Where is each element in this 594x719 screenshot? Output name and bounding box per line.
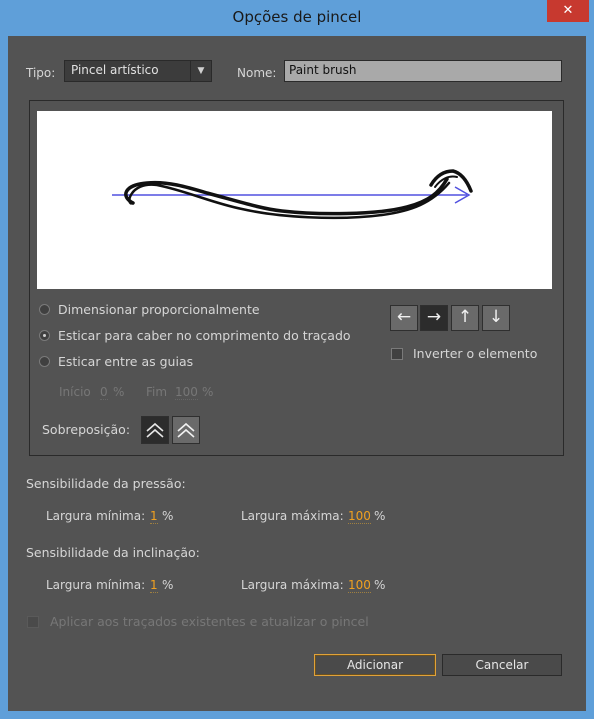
pressure-max-value[interactable]: 100 (348, 509, 371, 524)
arrow-up-icon: ↑ (457, 307, 473, 327)
option-proportional-label: Dimensionar proporcionalmente (58, 302, 260, 317)
close-icon: ✕ (562, 3, 574, 18)
brush-preview (37, 111, 552, 289)
pressure-min-value[interactable]: 1 (150, 509, 158, 524)
apply-checkbox[interactable] (27, 616, 39, 628)
pressure-title: Sensibilidade da pressão: (26, 476, 186, 491)
overlap-none-button[interactable] (172, 416, 200, 444)
end-value[interactable]: 100 (175, 385, 198, 400)
tipo-value: Pincel artístico (71, 63, 159, 77)
start-unit: % (113, 385, 125, 399)
tipo-label: Tipo: (26, 66, 56, 80)
start-label: Início (59, 385, 91, 399)
radio-guides[interactable] (39, 356, 50, 367)
chevron-down-icon[interactable]: ▼ (190, 61, 211, 81)
tipo-select[interactable]: Pincel artístico ▼ (64, 60, 212, 82)
window-title: Opções de pincel (232, 8, 362, 26)
brush-stroke-preview (112, 169, 473, 220)
dialog-body: Tipo: Pincel artístico ▼ Nome: Paint bru… (8, 36, 586, 711)
tilt-min-unit: % (162, 578, 174, 592)
start-value[interactable]: 0 (100, 385, 108, 400)
brush-options-window: Opções de pincel ✕ Tipo: Pincel artístic… (0, 0, 594, 719)
end-label: Fim (146, 385, 168, 399)
add-button[interactable]: Adicionar (314, 654, 436, 676)
flip-label: Inverter o elemento (413, 346, 538, 361)
option-guides-label: Esticar entre as guias (58, 354, 194, 369)
tilt-max-unit: % (374, 578, 386, 592)
cancel-button[interactable]: Cancelar (442, 654, 562, 676)
pressure-min-label: Largura mínima: (46, 509, 146, 523)
apply-label: Aplicar aos traçados existentes e atuali… (50, 614, 369, 629)
overlap-adjust-icon (146, 422, 164, 438)
tilt-max-label: Largura máxima: (241, 578, 344, 592)
arrow-right-icon: → (426, 307, 442, 327)
arrow-down-icon: ↓ (488, 307, 504, 327)
direction-right-button[interactable]: → (420, 305, 448, 331)
arrow-left-icon: ← (396, 307, 412, 327)
nome-value: Paint brush (289, 63, 357, 77)
flip-checkbox[interactable] (391, 348, 403, 360)
option-stretch-label: Esticar para caber no comprimento do tra… (58, 328, 351, 343)
overlap-none-icon (177, 422, 195, 438)
pressure-max-label: Largura máxima: (241, 509, 344, 523)
radio-proportional[interactable] (39, 304, 50, 315)
direction-left-button[interactable]: ← (390, 305, 418, 331)
nome-input[interactable]: Paint brush (284, 60, 562, 82)
close-button[interactable]: ✕ (547, 0, 589, 22)
tilt-max-value[interactable]: 100 (348, 578, 371, 593)
pressure-min-unit: % (162, 509, 174, 523)
tilt-min-value[interactable]: 1 (150, 578, 158, 593)
tilt-min-label: Largura mínima: (46, 578, 146, 592)
brush-stroke-tip (429, 169, 473, 193)
pressure-max-unit: % (374, 509, 386, 523)
tilt-title: Sensibilidade da inclinação: (26, 545, 200, 560)
overlap-label: Sobreposição: (42, 422, 131, 437)
end-unit: % (202, 385, 214, 399)
nome-label: Nome: (237, 66, 277, 80)
brush-stroke-upper (124, 177, 449, 216)
direction-up-button[interactable]: ↑ (451, 305, 479, 331)
direction-down-button[interactable]: ↓ (482, 305, 510, 331)
title-bar[interactable]: Opções de pincel ✕ (0, 0, 594, 36)
overlap-adjust-button[interactable] (141, 416, 169, 444)
radio-stretch[interactable] (39, 330, 50, 341)
